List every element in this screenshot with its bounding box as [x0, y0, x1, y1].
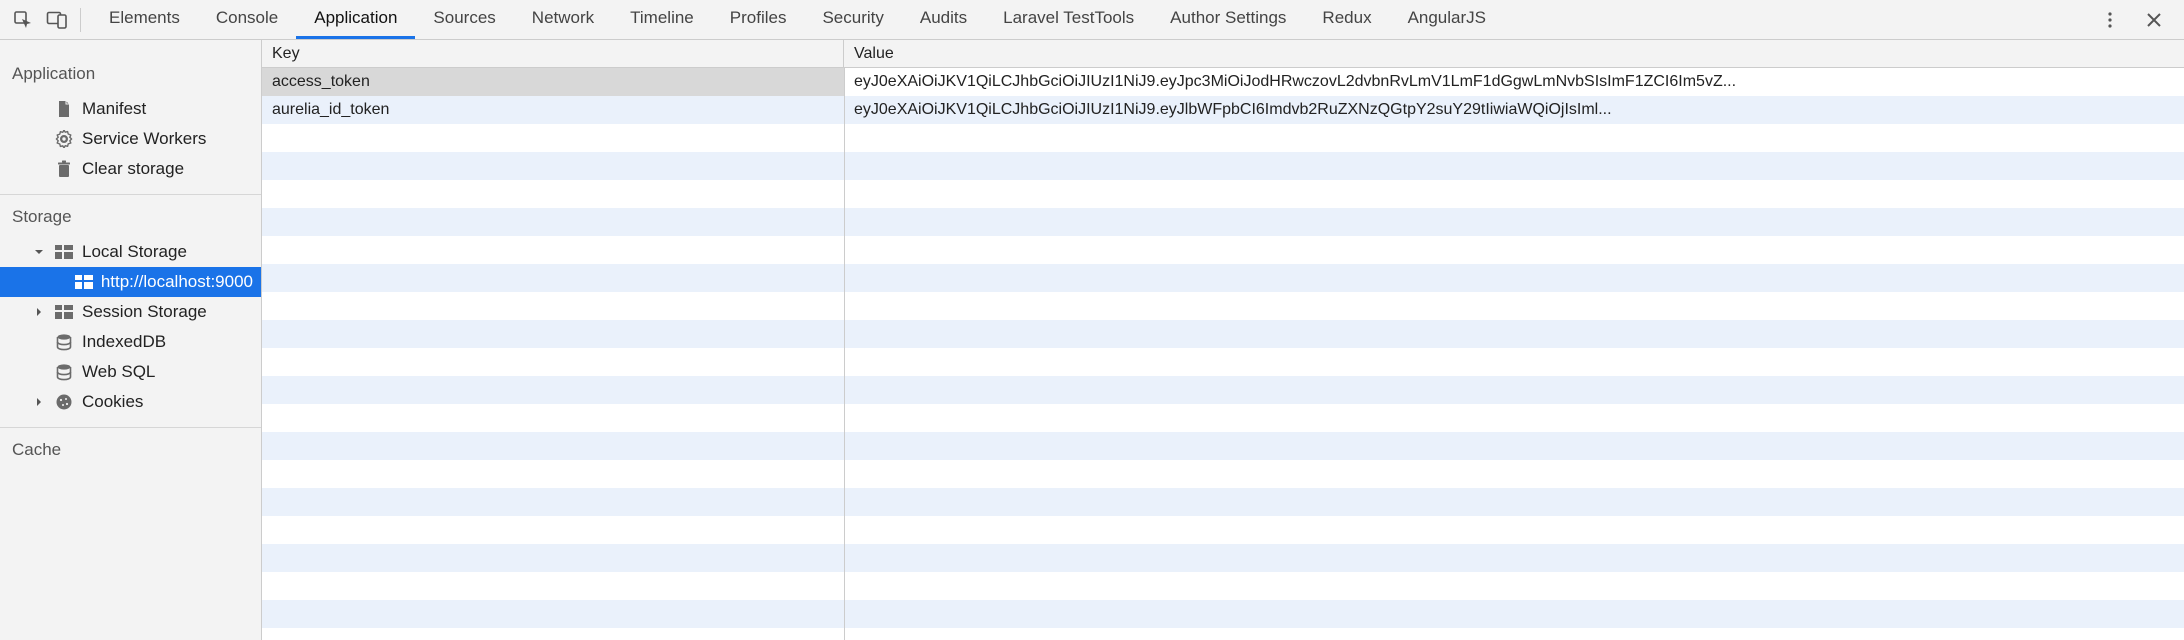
separator [80, 8, 81, 32]
cell-key: access_token [272, 73, 370, 91]
column-header-value-label: Value [854, 45, 894, 63]
application-sidebar: Application Manifest Service Workers Clear … [0, 40, 262, 640]
sidebar-item-http-localhost-9000[interactable]: http://localhost:9000 [0, 267, 261, 297]
sidebar-item-web-sql[interactable]: Web SQL [0, 357, 261, 387]
file-icon [54, 99, 74, 119]
tab-redux[interactable]: Redux [1304, 0, 1389, 39]
tab-author-settings[interactable]: Author Settings [1152, 0, 1304, 39]
sidebar-item-manifest[interactable]: Manifest [0, 94, 261, 124]
column-header-key[interactable]: Key [262, 40, 844, 67]
sidebar-item-service-workers[interactable]: Service Workers [0, 124, 261, 154]
table-header: Key Value [262, 40, 2184, 68]
column-header-value[interactable]: Value [844, 40, 2184, 67]
grid-icon [54, 302, 74, 322]
sidebar-item-label: Session Storage [82, 302, 207, 322]
chevron-right-icon[interactable] [32, 395, 46, 409]
sidebar-item-local-storage[interactable]: Local Storage [0, 237, 261, 267]
sidebar-item-clear-storage[interactable]: Clear storage [0, 154, 261, 184]
sidebar-item-session-storage[interactable]: Session Storage [0, 297, 261, 327]
gear-icon [54, 129, 74, 149]
application-panel: Application Manifest Service Workers Clear … [0, 40, 2184, 640]
tab-timeline[interactable]: Timeline [612, 0, 712, 39]
close-icon[interactable] [2140, 6, 2168, 34]
tab-security[interactable]: Security [804, 0, 901, 39]
section-title-cache: Cache [0, 428, 261, 470]
expander-placeholder [32, 365, 46, 379]
cell-value: eyJ0eXAiOiJKV1QiLCJhbGciOiJIUzI1NiJ9.eyJ… [854, 73, 1736, 91]
sidebar-item-label: Local Storage [82, 242, 187, 262]
grid-icon [54, 242, 74, 262]
table-body: access_token eyJ0eXAiOiJKV1QiLCJhbGciOiJI… [262, 68, 2184, 640]
expander-placeholder [56, 275, 67, 289]
trash-icon [54, 159, 74, 179]
db-icon [54, 332, 74, 352]
sidebar-item-label: IndexedDB [82, 332, 166, 352]
expander-placeholder [32, 132, 46, 146]
expander-placeholder [32, 102, 46, 116]
column-header-key-label: Key [272, 45, 300, 63]
more-icon[interactable] [2096, 6, 2124, 34]
section-title-application: Application [0, 52, 261, 94]
expander-placeholder [32, 162, 46, 176]
cell-key: aurelia_id_token [272, 101, 389, 119]
tab-application[interactable]: Application [296, 0, 415, 39]
storage-table: Key Value access_token eyJ0eXAiOiJKV1QiLC… [262, 40, 2184, 640]
sidebar-item-label: Clear storage [82, 159, 184, 179]
table-row[interactable]: access_token eyJ0eXAiOiJKV1QiLCJhbGciOiJI… [262, 68, 2184, 96]
table-row[interactable]: aurelia_id_token eyJ0eXAiOiJKV1QiLCJhbGci… [262, 96, 2184, 124]
tab-sources[interactable]: Sources [415, 0, 513, 39]
sidebar-item-indexeddb[interactable]: IndexedDB [0, 327, 261, 357]
tab-laravel-testtools[interactable]: Laravel TestTools [985, 0, 1152, 39]
tab-network[interactable]: Network [514, 0, 612, 39]
device-toggle-icon[interactable] [40, 3, 74, 37]
inspect-icon[interactable] [6, 3, 40, 37]
grid-icon [75, 272, 93, 292]
tab-profiles[interactable]: Profiles [712, 0, 805, 39]
sidebar-item-label: Web SQL [82, 362, 155, 382]
sidebar-item-label: http://localhost:9000 [101, 272, 253, 292]
panel-tabs: ElementsConsoleApplicationSourcesNetwork… [91, 0, 1504, 39]
devtools-tabbar: ElementsConsoleApplicationSourcesNetwork… [0, 0, 2184, 40]
tab-elements[interactable]: Elements [91, 0, 198, 39]
expander-placeholder [32, 335, 46, 349]
section-title-storage: Storage [0, 195, 261, 237]
cookie-icon [54, 392, 74, 412]
sidebar-item-label: Service Workers [82, 129, 206, 149]
cell-value: eyJ0eXAiOiJKV1QiLCJhbGciOiJIUzI1NiJ9.eyJ… [854, 101, 1612, 119]
table-rows: access_token eyJ0eXAiOiJKV1QiLCJhbGciOiJI… [262, 68, 2184, 640]
chevron-right-icon[interactable] [32, 305, 46, 319]
sidebar-item-label: Manifest [82, 99, 146, 119]
db-icon [54, 362, 74, 382]
tab-angularjs[interactable]: AngularJS [1390, 0, 1504, 39]
sidebar-item-cookies[interactable]: Cookies [0, 387, 261, 417]
sidebar-item-label: Cookies [82, 392, 143, 412]
chevron-down-icon[interactable] [32, 245, 46, 259]
tab-console[interactable]: Console [198, 0, 296, 39]
tab-audits[interactable]: Audits [902, 0, 985, 39]
